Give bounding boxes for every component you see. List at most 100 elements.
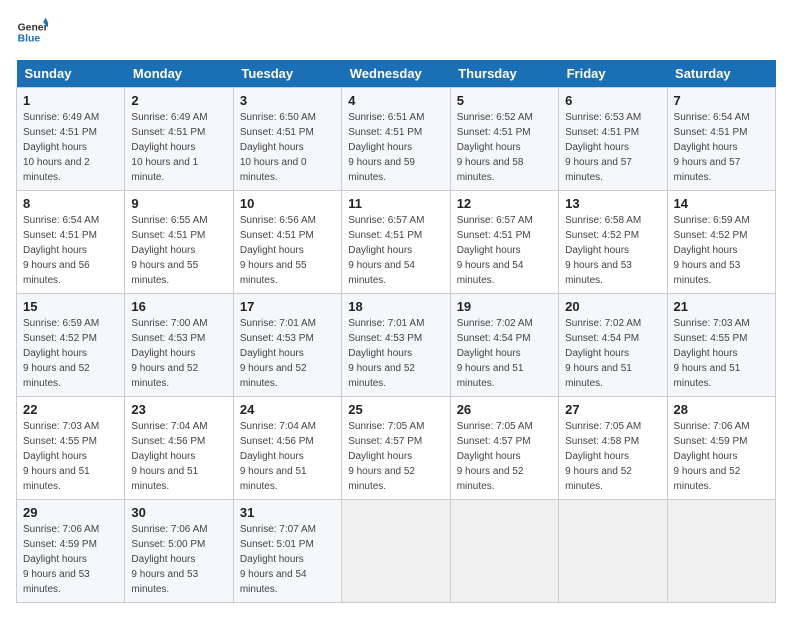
- day-info: Sunrise: 6:59 AMSunset: 4:52 PMDaylight …: [674, 213, 769, 288]
- calendar-day-cell: 31 Sunrise: 7:07 AMSunset: 5:01 PMDayligh…: [233, 500, 341, 603]
- weekday-header-wednesday: Wednesday: [342, 60, 450, 88]
- day-info: Sunrise: 6:52 AMSunset: 4:51 PMDaylight …: [457, 110, 552, 185]
- day-number: 13: [565, 196, 660, 211]
- day-number: 17: [240, 299, 335, 314]
- calendar-week-row: 29 Sunrise: 7:06 AMSunset: 4:59 PMDayligh…: [17, 500, 776, 603]
- calendar-day-cell: 12Sunrise: 6:57 AMSunset: 4:51 PMDayligh…: [450, 191, 558, 294]
- calendar-day-cell: 14 Sunrise: 6:59 AMSunset: 4:52 PMDayligh…: [667, 191, 775, 294]
- weekday-header-sunday: Sunday: [17, 60, 125, 88]
- day-number: 27: [565, 402, 660, 417]
- day-info: Sunrise: 7:06 AMSunset: 4:59 PMDaylight …: [23, 522, 118, 597]
- day-info: Sunrise: 7:05 AMSunset: 4:58 PMDaylight …: [565, 419, 660, 494]
- calendar-day-cell: 1 Sunrise: 6:49 AMSunset: 4:51 PMDaylight…: [17, 88, 125, 191]
- calendar-day-cell: 20 Sunrise: 7:02 AMSunset: 4:54 PMDayligh…: [559, 294, 667, 397]
- day-info: Sunrise: 7:06 AMSunset: 5:00 PMDaylight …: [131, 522, 226, 597]
- calendar-week-row: 8 Sunrise: 6:54 AMSunset: 4:51 PMDaylight…: [17, 191, 776, 294]
- day-number: 23: [131, 402, 226, 417]
- calendar-day-cell: [342, 500, 450, 603]
- calendar-day-cell: 23 Sunrise: 7:04 AMSunset: 4:56 PMDayligh…: [125, 397, 233, 500]
- day-info: Sunrise: 6:58 AMSunset: 4:52 PMDaylight …: [565, 213, 660, 288]
- calendar-day-cell: 18Sunrise: 7:01 AMSunset: 4:53 PMDayligh…: [342, 294, 450, 397]
- calendar-day-cell: 9 Sunrise: 6:55 AMSunset: 4:51 PMDaylight…: [125, 191, 233, 294]
- day-number: 2: [131, 93, 226, 108]
- calendar-day-cell: 4 Sunrise: 6:51 AMSunset: 4:51 PMDaylight…: [342, 88, 450, 191]
- day-number: 3: [240, 93, 335, 108]
- day-info: Sunrise: 6:49 AMSunset: 4:51 PMDaylight …: [131, 110, 226, 185]
- day-number: 24: [240, 402, 335, 417]
- day-info: Sunrise: 7:07 AMSunset: 5:01 PMDaylight …: [240, 522, 335, 597]
- calendar-day-cell: 17 Sunrise: 7:01 AMSunset: 4:53 PMDayligh…: [233, 294, 341, 397]
- day-number: 28: [674, 402, 769, 417]
- day-number: 20: [565, 299, 660, 314]
- day-info: Sunrise: 6:55 AMSunset: 4:51 PMDaylight …: [131, 213, 226, 288]
- day-number: 29: [23, 505, 118, 520]
- calendar-day-cell: 11 Sunrise: 6:57 AMSunset: 4:51 PMDayligh…: [342, 191, 450, 294]
- calendar-day-cell: 26Sunrise: 7:05 AMSunset: 4:57 PMDayligh…: [450, 397, 558, 500]
- calendar-day-cell: 6Sunrise: 6:53 AMSunset: 4:51 PMDaylight…: [559, 88, 667, 191]
- day-info: Sunrise: 7:03 AMSunset: 4:55 PMDaylight …: [23, 419, 118, 494]
- day-info: Sunrise: 6:57 AMSunset: 4:51 PMDaylight …: [348, 213, 443, 288]
- day-info: Sunrise: 6:49 AMSunset: 4:51 PMDaylight …: [23, 110, 118, 185]
- calendar-day-cell: 29 Sunrise: 7:06 AMSunset: 4:59 PMDayligh…: [17, 500, 125, 603]
- calendar-day-cell: [559, 500, 667, 603]
- calendar-day-cell: 2 Sunrise: 6:49 AMSunset: 4:51 PMDaylight…: [125, 88, 233, 191]
- weekday-header-saturday: Saturday: [667, 60, 775, 88]
- day-info: Sunrise: 6:56 AMSunset: 4:51 PMDaylight …: [240, 213, 335, 288]
- day-info: Sunrise: 7:01 AMSunset: 4:53 PMDaylight …: [348, 316, 443, 391]
- calendar-day-cell: 3 Sunrise: 6:50 AMSunset: 4:51 PMDaylight…: [233, 88, 341, 191]
- weekday-header-thursday: Thursday: [450, 60, 558, 88]
- day-number: 8: [23, 196, 118, 211]
- day-number: 15: [23, 299, 118, 314]
- day-info: Sunrise: 7:01 AMSunset: 4:53 PMDaylight …: [240, 316, 335, 391]
- calendar-day-cell: 22 Sunrise: 7:03 AMSunset: 4:55 PMDayligh…: [17, 397, 125, 500]
- day-info: Sunrise: 7:05 AMSunset: 4:57 PMDaylight …: [348, 419, 443, 494]
- calendar-day-cell: 28Sunrise: 7:06 AMSunset: 4:59 PMDayligh…: [667, 397, 775, 500]
- day-info: Sunrise: 6:54 AMSunset: 4:51 PMDaylight …: [674, 110, 769, 185]
- weekday-header-row: SundayMondayTuesdayWednesdayThursdayFrid…: [17, 60, 776, 88]
- calendar-week-row: 15 Sunrise: 6:59 AMSunset: 4:52 PMDayligh…: [17, 294, 776, 397]
- calendar-week-row: 22 Sunrise: 7:03 AMSunset: 4:55 PMDayligh…: [17, 397, 776, 500]
- calendar-day-cell: 21Sunrise: 7:03 AMSunset: 4:55 PMDayligh…: [667, 294, 775, 397]
- day-info: Sunrise: 6:57 AMSunset: 4:51 PMDaylight …: [457, 213, 552, 288]
- calendar-day-cell: 19 Sunrise: 7:02 AMSunset: 4:54 PMDayligh…: [450, 294, 558, 397]
- day-info: Sunrise: 6:59 AMSunset: 4:52 PMDaylight …: [23, 316, 118, 391]
- day-number: 14: [674, 196, 769, 211]
- day-number: 7: [674, 93, 769, 108]
- calendar-day-cell: 7 Sunrise: 6:54 AMSunset: 4:51 PMDaylight…: [667, 88, 775, 191]
- day-number: 6: [565, 93, 660, 108]
- day-number: 9: [131, 196, 226, 211]
- weekday-header-friday: Friday: [559, 60, 667, 88]
- day-number: 26: [457, 402, 552, 417]
- day-number: 22: [23, 402, 118, 417]
- day-number: 25: [348, 402, 443, 417]
- logo-icon: General Blue: [16, 16, 48, 48]
- day-number: 21: [674, 299, 769, 314]
- day-info: Sunrise: 6:51 AMSunset: 4:51 PMDaylight …: [348, 110, 443, 185]
- weekday-header-tuesday: Tuesday: [233, 60, 341, 88]
- day-info: Sunrise: 7:02 AMSunset: 4:54 PMDaylight …: [457, 316, 552, 391]
- day-number: 16: [131, 299, 226, 314]
- calendar-day-cell: [450, 500, 558, 603]
- calendar-day-cell: 27 Sunrise: 7:05 AMSunset: 4:58 PMDayligh…: [559, 397, 667, 500]
- day-info: Sunrise: 6:50 AMSunset: 4:51 PMDaylight …: [240, 110, 335, 185]
- day-number: 30: [131, 505, 226, 520]
- day-info: Sunrise: 7:04 AMSunset: 4:56 PMDaylight …: [131, 419, 226, 494]
- calendar-day-cell: 30 Sunrise: 7:06 AMSunset: 5:00 PMDayligh…: [125, 500, 233, 603]
- day-number: 31: [240, 505, 335, 520]
- calendar-day-cell: 15 Sunrise: 6:59 AMSunset: 4:52 PMDayligh…: [17, 294, 125, 397]
- weekday-header-monday: Monday: [125, 60, 233, 88]
- svg-text:Blue: Blue: [18, 34, 41, 45]
- day-number: 4: [348, 93, 443, 108]
- day-number: 5: [457, 93, 552, 108]
- day-info: Sunrise: 6:54 AMSunset: 4:51 PMDaylight …: [23, 213, 118, 288]
- day-number: 11: [348, 196, 443, 211]
- day-info: Sunrise: 7:02 AMSunset: 4:54 PMDaylight …: [565, 316, 660, 391]
- day-number: 1: [23, 93, 118, 108]
- day-number: 10: [240, 196, 335, 211]
- calendar-day-cell: 16 Sunrise: 7:00 AMSunset: 4:53 PMDayligh…: [125, 294, 233, 397]
- calendar-day-cell: 13 Sunrise: 6:58 AMSunset: 4:52 PMDayligh…: [559, 191, 667, 294]
- svg-text:General: General: [18, 22, 48, 33]
- day-info: Sunrise: 7:00 AMSunset: 4:53 PMDaylight …: [131, 316, 226, 391]
- calendar-day-cell: 10 Sunrise: 6:56 AMSunset: 4:51 PMDayligh…: [233, 191, 341, 294]
- day-number: 19: [457, 299, 552, 314]
